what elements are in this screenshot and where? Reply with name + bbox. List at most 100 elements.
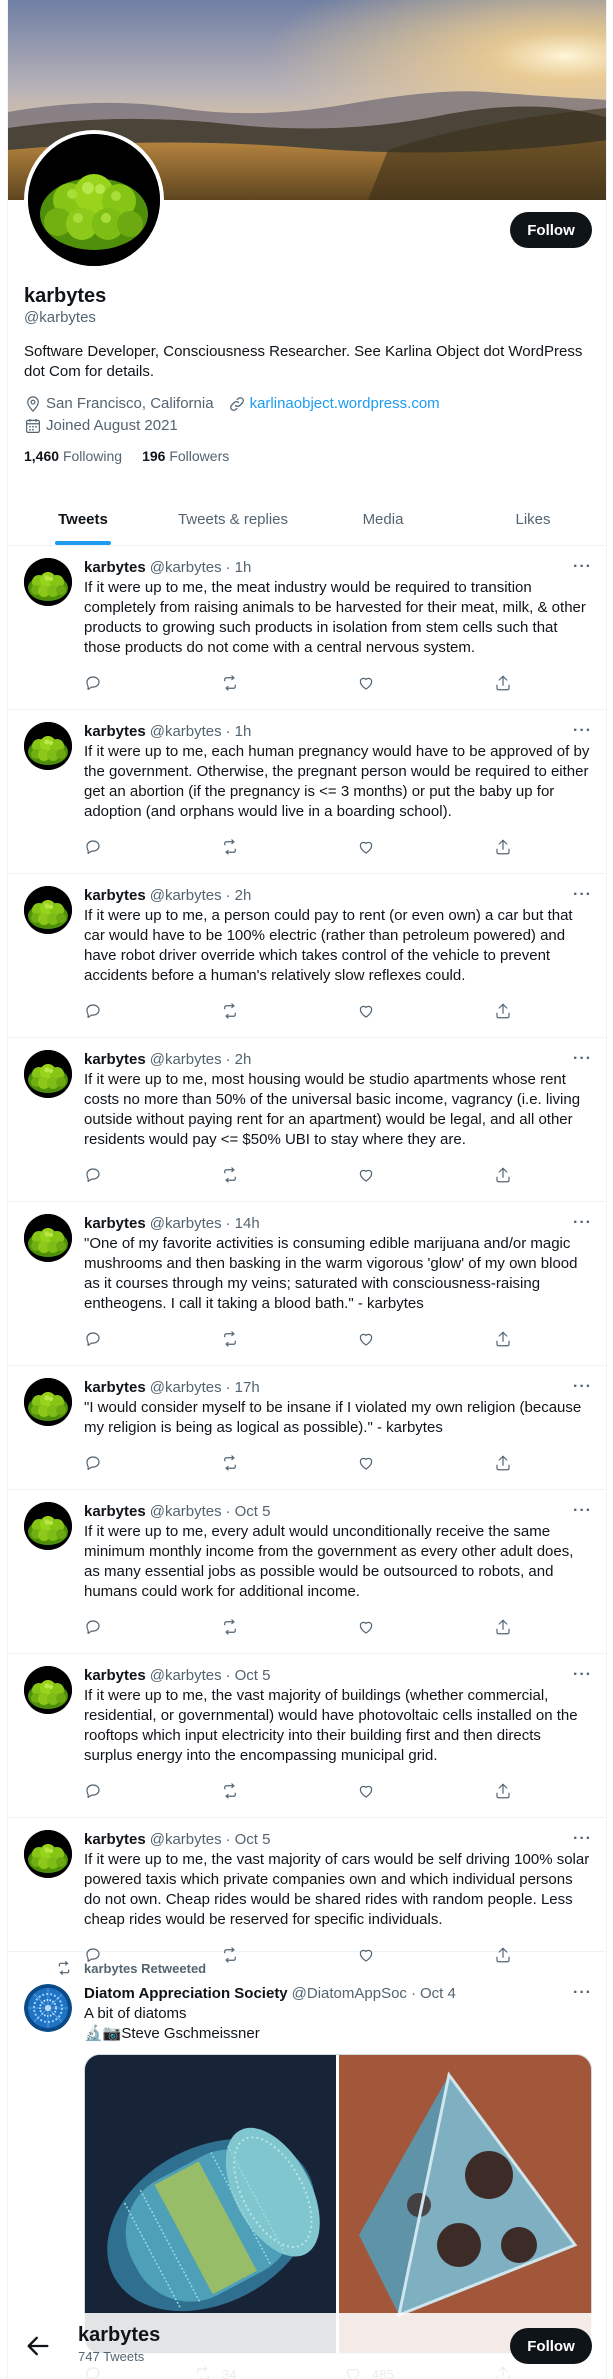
tweet-author-name[interactable]: karbytes xyxy=(84,1666,146,1686)
tweet-author-handle[interactable]: @karbytes xyxy=(150,1214,222,1234)
tweet-time[interactable]: Oct 5 xyxy=(235,1666,271,1686)
diatom-image-1[interactable] xyxy=(85,2055,336,2353)
like-icon[interactable] xyxy=(357,1782,377,1800)
reply-icon[interactable] xyxy=(84,1782,104,1800)
like-icon[interactable] xyxy=(357,674,377,692)
tweet-author-handle[interactable]: @karbytes xyxy=(150,1830,222,1850)
tweet-time[interactable]: 1h xyxy=(235,558,252,578)
tweet-item[interactable]: karbytes @karbytes · 2h ··· If it were up to … xyxy=(8,874,606,1038)
tweet-avatar[interactable] xyxy=(24,1378,72,1426)
diatom-image-2[interactable] xyxy=(339,2055,591,2353)
retweet-author-handle[interactable]: @DiatomAppSoc xyxy=(292,1984,407,2004)
tweet-author-name[interactable]: karbytes xyxy=(84,722,146,742)
retweet-icon[interactable] xyxy=(221,1330,241,1348)
tweet-time[interactable]: 2h xyxy=(235,1050,252,1070)
tweet-author-name[interactable]: karbytes xyxy=(84,886,146,906)
share-icon[interactable] xyxy=(494,674,514,692)
followers-label[interactable]: Followers xyxy=(169,448,229,464)
more-options-icon[interactable]: ··· xyxy=(573,722,592,740)
profile-avatar[interactable] xyxy=(24,130,164,270)
tab-tweets-replies[interactable]: Tweets & replies xyxy=(158,493,308,545)
like-icon[interactable] xyxy=(357,1454,377,1472)
share-icon[interactable] xyxy=(494,1166,514,1184)
tweet-time[interactable]: Oct 5 xyxy=(235,1502,271,1522)
retweet-icon[interactable] xyxy=(221,1618,241,1636)
like-icon[interactable] xyxy=(357,1330,377,1348)
like-icon[interactable] xyxy=(357,1618,377,1636)
tweet-time[interactable]: 2h xyxy=(235,886,252,906)
like-icon[interactable] xyxy=(357,1166,377,1184)
tweet-author-handle[interactable]: @karbytes xyxy=(150,558,222,578)
following-count[interactable]: 1,460 xyxy=(24,448,59,464)
reply-icon[interactable] xyxy=(84,674,104,692)
tweet-author-name[interactable]: karbytes xyxy=(84,1378,146,1398)
retweet-icon[interactable] xyxy=(221,1166,241,1184)
tweet-avatar[interactable] xyxy=(24,1050,72,1098)
tweet-author-handle[interactable]: @karbytes xyxy=(150,1378,222,1398)
profile-website[interactable]: karlinaobject.wordpress.com xyxy=(228,394,440,414)
share-icon[interactable] xyxy=(494,1002,514,1020)
tweet-time[interactable]: 1h xyxy=(235,722,252,742)
retweet-icon[interactable] xyxy=(221,1454,241,1472)
more-options-icon[interactable]: ··· xyxy=(573,1830,592,1848)
tab-likes[interactable]: Likes xyxy=(458,493,606,545)
share-icon[interactable] xyxy=(494,1782,514,1800)
tweet-item[interactable]: karbytes @karbytes · 1h ··· If it were up to … xyxy=(8,546,606,710)
tweet-time[interactable]: 17h xyxy=(235,1378,260,1398)
tweet-author-name[interactable]: karbytes xyxy=(84,1830,146,1850)
tweet-author-name[interactable]: karbytes xyxy=(84,558,146,578)
more-options-icon[interactable]: ··· xyxy=(573,1378,592,1396)
tweet-item[interactable]: karbytes @karbytes · Oct 5 ··· If it were up … xyxy=(8,1490,606,1654)
followers-count[interactable]: 196 xyxy=(142,448,165,464)
retweet-icon[interactable] xyxy=(221,1782,241,1800)
tweet-time[interactable]: Oct 5 xyxy=(235,1830,271,1850)
retweet-author-name[interactable]: Diatom Appreciation Society xyxy=(84,1984,288,2004)
sticky-follow-button[interactable]: Follow xyxy=(510,2328,592,2364)
tweet-item[interactable]: karbytes @karbytes · Oct 5 ··· If it were up … xyxy=(8,1654,606,1818)
reply-icon[interactable] xyxy=(84,1166,104,1184)
retweeted-by-label[interactable]: karbytes Retweeted xyxy=(84,1961,206,1976)
more-options-icon[interactable]: ··· xyxy=(573,1984,592,2002)
reply-icon[interactable] xyxy=(84,1454,104,1472)
more-options-icon[interactable]: ··· xyxy=(573,1214,592,1232)
tweet-item[interactable]: karbytes @karbytes · 2h ··· If it were up to … xyxy=(8,1038,606,1202)
retweet-icon[interactable] xyxy=(221,838,241,856)
diatom-avatar[interactable] xyxy=(24,1984,72,2032)
retweet-icon[interactable] xyxy=(221,1002,241,1020)
share-icon[interactable] xyxy=(494,1618,514,1636)
share-icon[interactable] xyxy=(494,1330,514,1348)
share-icon[interactable] xyxy=(494,1454,514,1472)
tweet-author-name[interactable]: karbytes xyxy=(84,1214,146,1234)
more-options-icon[interactable]: ··· xyxy=(573,1502,592,1520)
tweet-avatar[interactable] xyxy=(24,722,72,770)
tweet-author-name[interactable]: karbytes xyxy=(84,1050,146,1070)
tweet-avatar[interactable] xyxy=(24,886,72,934)
share-icon[interactable] xyxy=(494,838,514,856)
retweet-icon[interactable] xyxy=(221,674,241,692)
tab-media[interactable]: Media xyxy=(308,493,458,545)
tweet-author-handle[interactable]: @karbytes xyxy=(150,722,222,742)
retweet-media[interactable] xyxy=(84,2054,592,2354)
tweet-avatar[interactable] xyxy=(24,1214,72,1262)
tweet-author-handle[interactable]: @karbytes xyxy=(150,886,222,906)
more-options-icon[interactable]: ··· xyxy=(573,886,592,904)
tweet-author-handle[interactable]: @karbytes xyxy=(150,1502,222,1522)
tweet-item[interactable]: karbytes @karbytes · 1h ··· If it were up to … xyxy=(8,710,606,874)
tweet-time[interactable]: 14h xyxy=(235,1214,260,1234)
tweet-item[interactable]: karbytes @karbytes · 17h ··· "I would conside… xyxy=(8,1366,606,1490)
follow-button[interactable]: Follow xyxy=(510,212,592,248)
reply-icon[interactable] xyxy=(84,1618,104,1636)
like-icon[interactable] xyxy=(357,1002,377,1020)
tab-tweets[interactable]: Tweets xyxy=(8,493,158,545)
tweet-item[interactable]: karbytes @karbytes · Oct 5 ··· If it were up … xyxy=(8,1818,606,1963)
reply-icon[interactable] xyxy=(84,1330,104,1348)
website-link[interactable]: karlinaobject.wordpress.com xyxy=(250,394,440,414)
following-label[interactable]: Following xyxy=(63,448,122,464)
tweet-avatar[interactable] xyxy=(24,1502,72,1550)
reply-icon[interactable] xyxy=(84,838,104,856)
tweet-avatar[interactable] xyxy=(24,1830,72,1878)
like-icon[interactable] xyxy=(357,838,377,856)
more-options-icon[interactable]: ··· xyxy=(573,1050,592,1068)
back-arrow-icon[interactable] xyxy=(24,2332,52,2360)
tweet-avatar[interactable] xyxy=(24,558,72,606)
